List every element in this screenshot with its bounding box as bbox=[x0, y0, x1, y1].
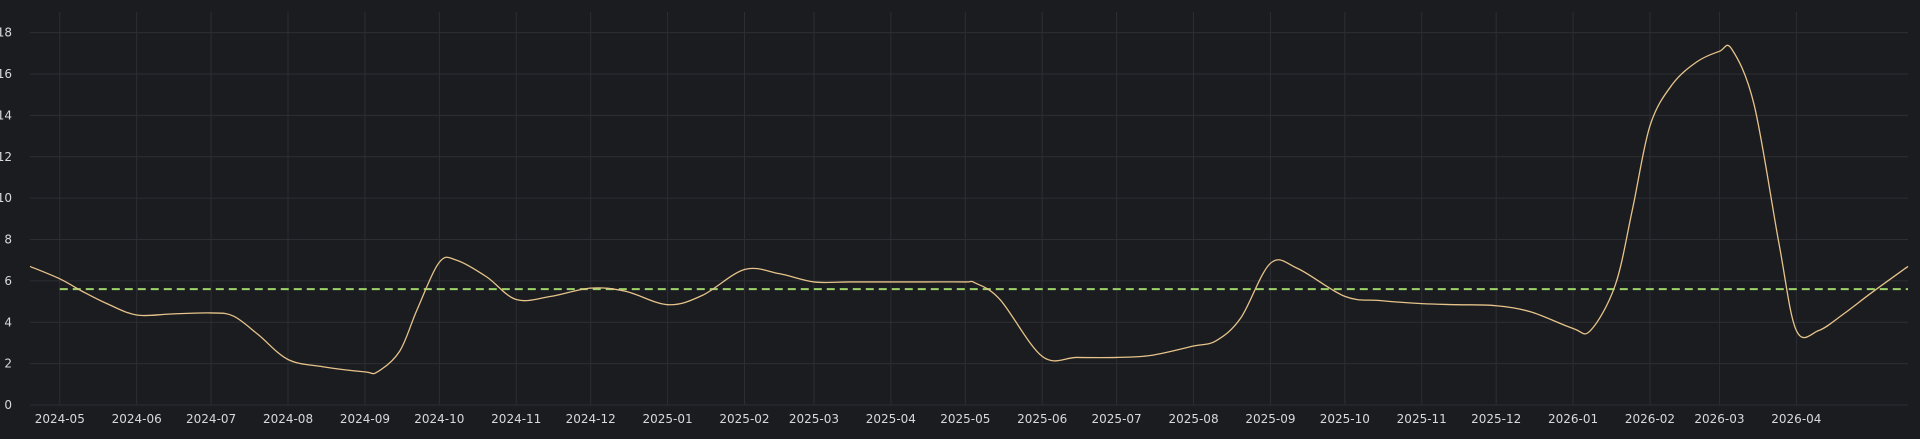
series-line bbox=[29, 44, 1909, 375]
x-tick-label: 2026-02 bbox=[1625, 412, 1675, 426]
x-tick-label: 2024-09 bbox=[340, 412, 390, 426]
y-tick-label: 12 bbox=[0, 150, 12, 164]
x-tick-label: 2024-07 bbox=[186, 412, 236, 426]
y-tick-label: 0 bbox=[4, 398, 12, 412]
x-tick-label: 2025-10 bbox=[1320, 412, 1370, 426]
x-tick-label: 2025-03 bbox=[789, 412, 839, 426]
y-tick-label: 4 bbox=[4, 315, 12, 329]
x-tick-label: 2025-01 bbox=[643, 412, 693, 426]
x-tick-label: 2024-11 bbox=[491, 412, 541, 426]
x-tick-label: 2025-08 bbox=[1168, 412, 1218, 426]
line-chart: 0 2 4 6 8 10 12 14 16 18 2024-05 2024-06 2024-07 202… bbox=[0, 0, 1920, 434]
y-tick-label: 2 bbox=[4, 357, 12, 371]
y-tick-label: 10 bbox=[0, 191, 12, 205]
y-tick-label: 6 bbox=[4, 274, 12, 288]
x-tick-label: 2024-06 bbox=[112, 412, 162, 426]
series-layer bbox=[29, 44, 1909, 375]
y-tick-label: 8 bbox=[4, 233, 12, 247]
x-tick-label: 2026-04 bbox=[1771, 412, 1821, 426]
chart-svg: 024681012141618 2024-05 2024-06 2024-07 202… bbox=[0, 12, 1909, 426]
y-axis: 0 2 4 6 8 10 12 14 16 18 bbox=[0, 26, 12, 412]
x-tick-label: 2025-06 bbox=[1017, 412, 1067, 426]
x-tick-label: 2025-12 bbox=[1471, 412, 1521, 426]
x-tick-label: 2025-04 bbox=[866, 412, 916, 426]
x-tick-label: 2024-05 bbox=[35, 412, 85, 426]
x-axis: 2024-05 2024-06 2024-07 2024-08 2024-09 2024-… bbox=[35, 412, 1822, 426]
x-tick-label: 2024-12 bbox=[566, 412, 616, 426]
x-tick-label: 2025-05 bbox=[940, 412, 990, 426]
x-tick-label: 2024-08 bbox=[263, 412, 313, 426]
x-tick-label: 2025-02 bbox=[719, 412, 769, 426]
x-tick-label: 2025-09 bbox=[1245, 412, 1295, 426]
y-tick-label: 18 bbox=[0, 26, 12, 40]
x-tick-label: 2024-10 bbox=[414, 412, 464, 426]
y-tick-label: 14 bbox=[0, 108, 12, 122]
grid bbox=[30, 12, 1908, 406]
y-tick-label: 16 bbox=[0, 67, 12, 81]
x-tick-label: 2026-03 bbox=[1694, 412, 1744, 426]
x-tick-label: 2026-01 bbox=[1548, 412, 1598, 426]
x-tick-label: 2025-07 bbox=[1092, 412, 1142, 426]
x-tick-label: 2025-11 bbox=[1397, 412, 1447, 426]
